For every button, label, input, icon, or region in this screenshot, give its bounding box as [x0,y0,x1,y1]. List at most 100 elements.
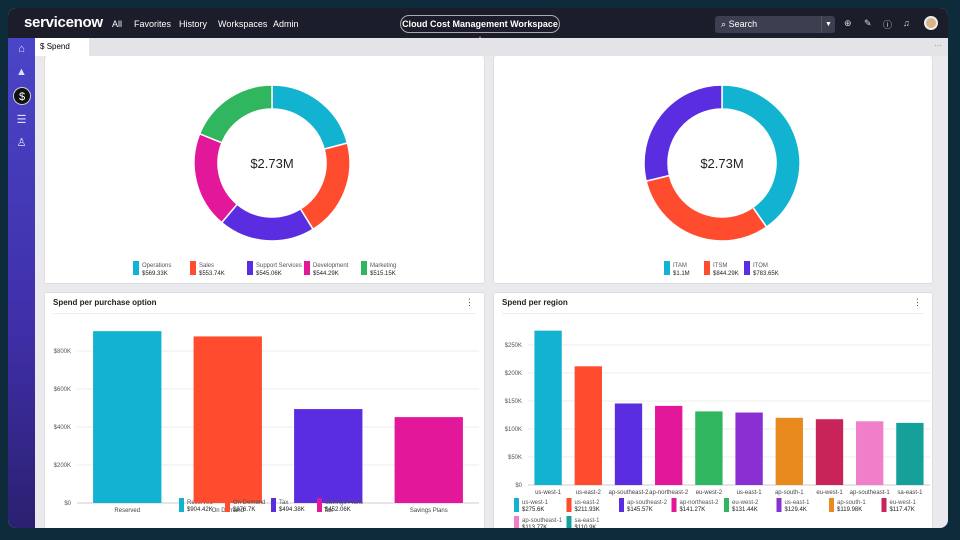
help-icon[interactable]: ⓘ [883,18,892,31]
workspace-pill[interactable]: Cloud Cost Management Workspace ☆ [400,15,560,45]
legend-value: $452.06K [325,507,351,513]
legend-value: $119.98K [837,507,862,513]
legend-value: $553.74K [199,271,225,277]
dollar-icon[interactable]: $ [13,87,31,105]
nav-history[interactable]: History [179,19,207,29]
search-placeholder: Search [728,19,758,29]
donut-slice [645,174,768,242]
legend-value: $145.57K [627,507,653,513]
nav-workspaces[interactable]: Workspaces [218,19,267,29]
legend-swatch [671,498,677,512]
nav-all[interactable]: All [112,19,122,29]
legend-value: $569.33K [142,271,168,277]
donut-slice [271,84,349,151]
chart-icon[interactable]: ▲ [8,66,35,78]
search-input[interactable]: ⌕ Search ▼ [715,16,835,33]
legend-value: $211.93K [575,507,600,513]
y-tick-label: $0 [64,501,71,507]
x-tick-label: us-west-1 [535,490,562,496]
legend-label: eu-west-2 [732,500,759,506]
x-tick-label: eu-west-1 [816,490,843,496]
legend-swatch [619,498,624,512]
legend-label: Sales [199,263,214,269]
bar [574,366,602,485]
purchase-option-card: Spend per purchase option ⋮ $0 $200K $400K $… [44,292,485,528]
avatar[interactable] [924,16,938,30]
legend-label: eu-west-1 [890,500,917,506]
legend-value: $783.65K [753,271,779,277]
legend-value: $117.47K [890,507,915,513]
x-tick-label: ap-south-1 [775,490,804,496]
legend-swatch [179,498,184,512]
dollar-icon: $ [40,42,45,51]
bar [193,336,262,503]
app-window: servicenow All Favorites History Workspa… [8,8,948,528]
legend-label: ap-northeast-2 [680,500,720,506]
legend-swatch [566,516,572,528]
user-icon[interactable]: ♙ [8,136,35,149]
legend-value: $876.7K [233,507,255,513]
chat-icon[interactable]: ✎ [864,18,872,29]
legend-value: $141.27K [680,507,706,513]
y-tick-label: $100K [505,427,522,433]
kebab-menu-icon[interactable]: ⋮ [465,297,474,308]
servicenow-logo[interactable]: servicenow [24,14,103,31]
legend-swatch [361,261,367,275]
legend-value: $113.77K [522,525,547,528]
x-tick-label: Reserved [114,508,140,514]
legend-swatch [247,261,253,275]
legend-label: Operations [142,263,171,269]
card-title: Spend per purchase option [53,298,157,307]
legend-swatch [704,261,710,275]
y-tick-label: $200K [505,371,522,377]
search-dropdown-chevron-icon[interactable]: ▼ [821,16,835,33]
nav-favorites[interactable]: Favorites [134,19,171,29]
home-icon[interactable]: ⌂ [8,43,35,55]
x-tick-label: sa-east-1 [897,490,923,496]
y-tick-label: $150K [505,399,522,405]
x-tick-label: us-east-1 [737,490,763,496]
bell-icon[interactable]: ♫ [903,18,910,28]
legend-label: ap-south-1 [837,500,866,506]
legend-swatch [664,261,670,275]
legend-value: $515.15K [370,271,396,277]
y-tick-label: $800K [54,349,71,355]
legend-label: ap-southeast-1 [522,518,563,524]
x-tick-label: eu-west-2 [696,490,723,496]
legend-swatch [225,498,230,512]
bar [93,331,162,503]
donut-center-total: $2.73M [250,156,293,171]
y-tick-label: $200K [54,463,71,469]
legend-swatch [271,498,276,512]
legend-label: us-east-2 [575,500,601,506]
bar [775,417,803,485]
nav-admin[interactable]: Admin [273,19,299,29]
legend-label: us-east-1 [785,500,811,506]
legend-value: $844.29K [713,271,739,277]
y-tick-label: $250K [505,343,522,349]
y-tick-label: $50K [508,455,522,461]
legend-value: $131.44K [732,507,758,513]
bar [815,419,844,485]
globe-icon[interactable]: ⊕ [844,18,852,29]
legend-value: $544.29K [313,271,339,277]
bar [394,417,463,503]
legend-value: $545.06K [256,271,282,277]
legend-swatch [881,498,887,512]
kebab-menu-icon[interactable]: ⋮ [913,297,922,308]
legend-swatch [744,261,750,275]
workspace-title: Cloud Cost Management Workspace [402,19,558,29]
legend-label: Support Services [256,263,302,269]
list-icon[interactable]: ☰ [8,113,35,126]
donut-slice [299,142,351,231]
legend-value: $129.4K [785,507,807,513]
y-tick-label: $0 [515,483,522,489]
tab-spend[interactable]: $ Spend [35,38,89,56]
legend-label: ap-southeast-2 [627,500,668,506]
legend-label: ITOM [753,263,768,269]
more-icon[interactable]: ··· [934,41,942,50]
legend-value: $904.42K [187,507,213,513]
donut-slice [193,132,239,224]
card-title: Spend per region [502,298,568,307]
legend-swatch [514,498,519,512]
